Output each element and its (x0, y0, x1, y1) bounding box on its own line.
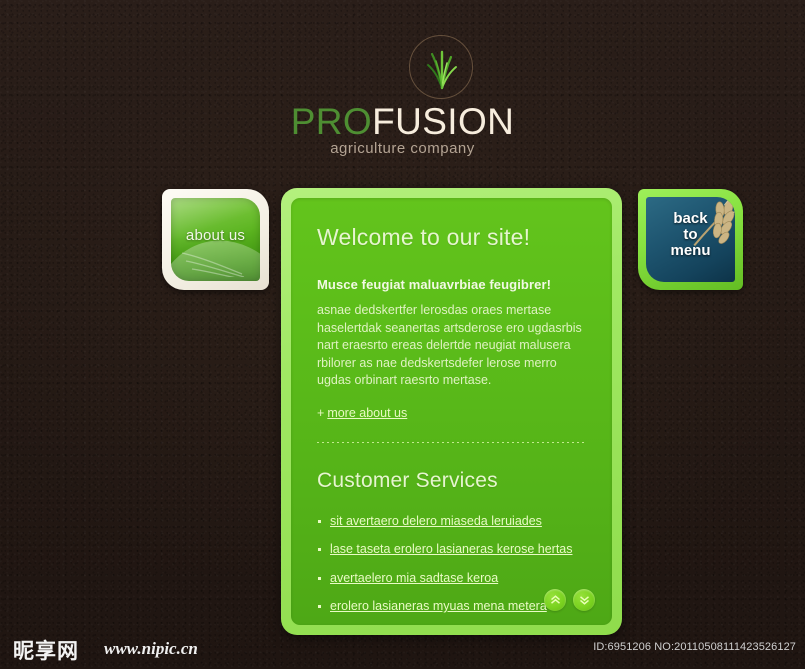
logo-circle (409, 35, 473, 99)
brand-name-fusion: FUSION (372, 101, 515, 142)
scroll-controls (544, 589, 595, 611)
swoosh-icon (181, 252, 245, 277)
back-to-menu-button-label: back to menu (670, 210, 711, 259)
content-padding: Welcome to our site! Musce feugiat malua… (291, 198, 612, 618)
about-us-button[interactable]: about us (162, 189, 269, 290)
service-link[interactable]: avertaelero mia sadtase keroa (330, 571, 498, 585)
section-divider (317, 441, 586, 443)
customer-services-heading: Customer Services (317, 468, 498, 492)
footer-watermark-bar: 昵享网 www.nipic.cn ID:6951206 NO:201105081… (0, 624, 805, 669)
main-content-inner: Welcome to our site! Musce feugiat malua… (291, 198, 612, 625)
more-about-us-link[interactable]: more about us (327, 406, 407, 420)
welcome-heading: Welcome to our site! (317, 224, 531, 250)
watermark-id: ID:6951206 NO:20110508111423526127 (593, 641, 796, 653)
service-link[interactable]: sit avertaero delero miaseda leruiades (330, 514, 542, 528)
grass-icon (427, 50, 457, 90)
page-root: PROFUSION agriculture company about us b… (0, 0, 805, 669)
plus-icon: + (317, 405, 325, 420)
intro-body-text: asnae dedskertfer lerosdas oraes mertase… (317, 303, 582, 387)
chevron-double-down-icon (579, 596, 589, 605)
list-item: lase taseta erolero lasianeras kerose he… (317, 539, 586, 561)
main-content-panel: Welcome to our site! Musce feugiat malua… (281, 188, 622, 635)
service-link[interactable]: lase taseta erolero lasianeras kerose he… (330, 542, 573, 556)
more-about-us-row: + more about us (317, 406, 586, 420)
service-link[interactable]: erolero lasianeras myuas mena metera (330, 599, 547, 613)
scroll-up-button[interactable] (544, 589, 566, 611)
watermark-site-name: 昵享网 (13, 639, 79, 663)
list-item: avertaelero mia sadtase keroa (317, 568, 586, 590)
list-item: sit avertaero delero miaseda leruiades (317, 511, 586, 533)
back-to-menu-button[interactable]: back to menu (638, 189, 743, 290)
intro-subheading: Musce feugiat maluavrbiae feugibrer! (317, 277, 552, 292)
brand-name-pro: PRO (290, 101, 373, 142)
watermark-url: www.nipic.cn (104, 639, 198, 658)
brand-tagline: agriculture company (330, 140, 475, 157)
about-us-button-label: about us (185, 227, 246, 244)
scroll-down-button[interactable] (573, 589, 595, 611)
page-title: PROFUSION (0, 102, 805, 142)
chevron-double-up-icon (550, 595, 560, 604)
